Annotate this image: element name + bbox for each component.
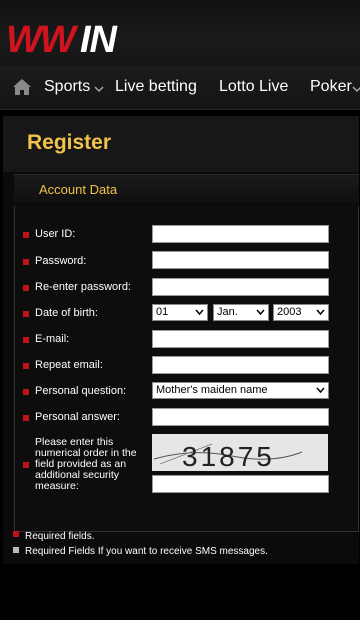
dob-day-value: 01 — [156, 306, 169, 318]
home-icon[interactable] — [12, 78, 32, 96]
personal-answer-input[interactable] — [152, 408, 329, 426]
sms-bullet-icon — [13, 547, 19, 553]
repeat-email-label: Repeat email: — [35, 359, 103, 371]
chevron-down-icon — [256, 309, 265, 316]
captcha-code: 31875 — [182, 441, 275, 471]
section-header: Account Data — [14, 174, 359, 203]
dob-year-value: 2003 — [277, 306, 302, 318]
section-title: Account Data — [39, 182, 118, 197]
register-panel: Register Account Data User ID: Password:… — [3, 116, 359, 564]
main-nav: Sports Live betting Lotto Live Poker — [0, 66, 360, 110]
panel-header: Register — [3, 116, 359, 172]
user-id-input[interactable] — [152, 225, 329, 243]
required-bullet-icon — [23, 311, 29, 317]
nav-item-live-betting[interactable]: Live betting — [115, 78, 197, 96]
captcha-image: 31875 — [152, 434, 328, 471]
dob-day-select[interactable]: 01 — [152, 304, 208, 321]
email-label: E-mail: — [35, 333, 70, 345]
reenter-password-label: Re-enter password: — [35, 281, 131, 293]
captcha-input[interactable] — [152, 475, 329, 493]
password-label: Password: — [35, 255, 87, 267]
required-bullet-icon — [23, 415, 29, 421]
required-bullet-icon — [23, 363, 29, 369]
chevron-down-icon — [316, 387, 325, 394]
required-bullet-icon — [23, 232, 29, 238]
dob-label: Date of birth: — [35, 307, 98, 319]
nav-item-lotto-live[interactable]: Lotto Live — [219, 78, 288, 96]
required-bullet-icon — [23, 389, 29, 395]
personal-answer-label: Personal answer: — [35, 411, 120, 423]
chevron-down-icon[interactable] — [352, 84, 360, 94]
repeat-email-input[interactable] — [152, 356, 329, 374]
dob-year-select[interactable]: 2003 — [273, 304, 329, 321]
nav-item-poker[interactable]: Poker — [310, 78, 352, 96]
required-bullet-icon — [23, 259, 29, 265]
personal-question-label: Personal question: — [35, 385, 127, 397]
dob-month-select[interactable]: Jan. — [213, 304, 269, 321]
personal-question-select[interactable]: Mother's maiden name — [152, 382, 329, 399]
chevron-down-icon — [195, 309, 204, 316]
registration-form: User ID: Password: Re-enter password: Da… — [14, 206, 359, 532]
reenter-password-input[interactable] — [152, 278, 329, 296]
nav-item-sports[interactable]: Sports — [44, 78, 90, 96]
email-input[interactable] — [152, 330, 329, 348]
required-bullet-icon — [23, 337, 29, 343]
required-fields-note: Required fields. — [25, 531, 95, 542]
required-bullet-icon — [23, 285, 29, 291]
user-id-label: User ID: — [35, 228, 76, 240]
captcha-label: Please enter this numerical order in the… — [35, 436, 137, 492]
wwin-logo[interactable]: WW IN — [6, 18, 156, 58]
sms-fields-note: Required Fields If you want to receive S… — [25, 546, 268, 557]
chevron-down-icon[interactable] — [94, 84, 104, 94]
site-header: WW IN — [0, 0, 360, 66]
required-bullet-icon — [23, 462, 29, 468]
chevron-down-icon — [316, 309, 325, 316]
dob-month-value: Jan. — [217, 306, 238, 318]
password-input[interactable] — [152, 251, 329, 269]
page-title: Register — [27, 131, 112, 154]
svg-text:WW: WW — [6, 19, 79, 58]
required-bullet-icon — [13, 531, 19, 537]
svg-text:IN: IN — [80, 19, 119, 58]
personal-question-value: Mother's maiden name — [156, 384, 268, 396]
